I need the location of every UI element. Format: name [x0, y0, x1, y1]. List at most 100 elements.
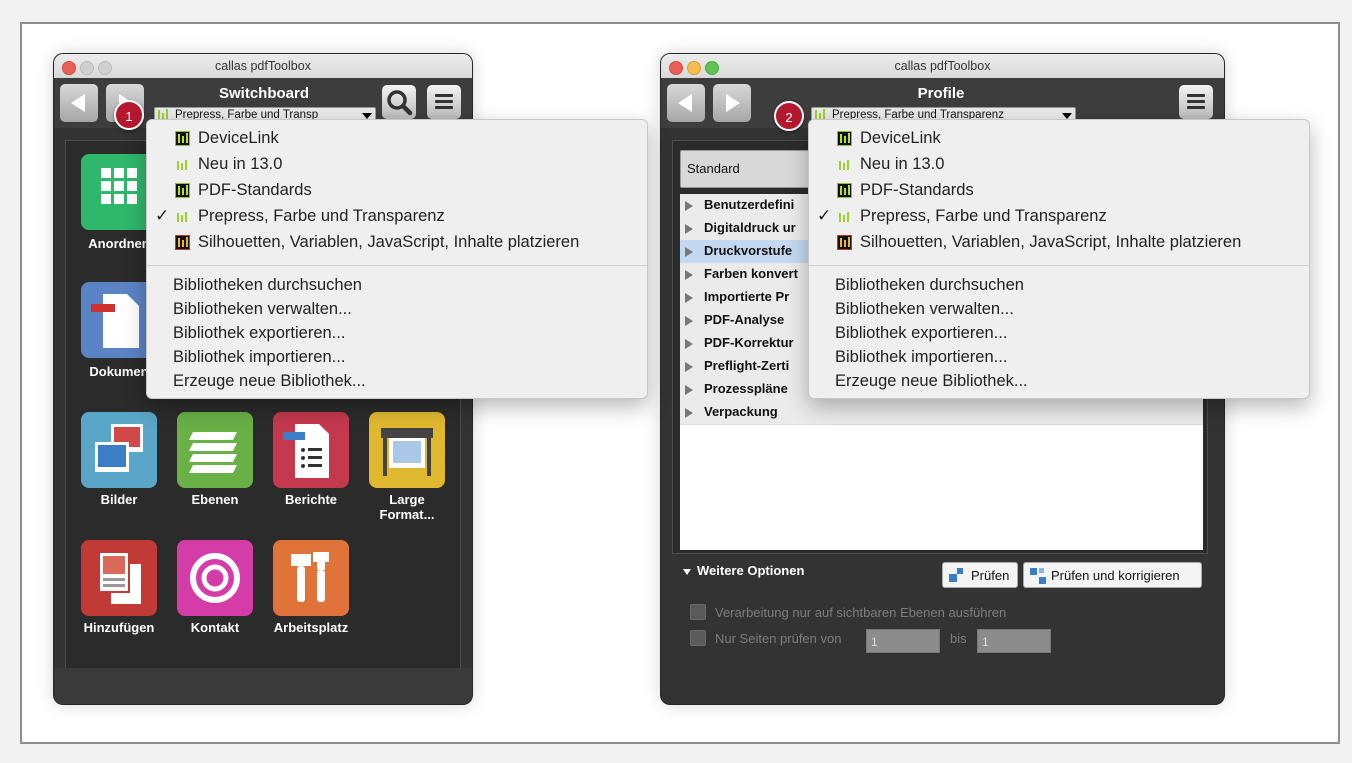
app-label: Arbeitsplatz [273, 620, 349, 635]
menu-item-import-library[interactable]: Bibliothek importieren... [835, 345, 1007, 369]
menu-item-library-selected[interactable]: ✓ Prepress, Farbe und Transparenz [147, 203, 647, 229]
menu-item-label: Silhouetten, Variablen, JavaScript, Inha… [198, 233, 580, 251]
more-options-toggle[interactable]: Weitere Optionen [683, 563, 804, 578]
app-bilder[interactable] [81, 412, 157, 488]
back-arrow-icon [678, 94, 692, 112]
hamburger-icon [1187, 94, 1205, 97]
disclosure-down-icon [683, 568, 691, 575]
search-button[interactable] [382, 85, 416, 119]
disclosure-triangle-icon [685, 362, 693, 372]
check-button[interactable]: Prüfen [942, 562, 1018, 588]
page-range-checkbox[interactable] [690, 630, 706, 646]
app-ebenen[interactable] [177, 412, 253, 488]
menu-item-library[interactable]: DeviceLink [809, 125, 1309, 151]
menu-item-label: Silhouetten, Variablen, JavaScript, Inha… [860, 233, 1242, 251]
menu-item-label: Prepress, Farbe und Transparenz [860, 207, 1107, 225]
disclosure-triangle-icon [685, 201, 693, 211]
profile-set-value: Standard [687, 161, 740, 176]
target-icon [190, 553, 240, 603]
menu-separator [809, 265, 1309, 266]
menu-item-manage-libraries[interactable]: Bibliotheken verwalten... [173, 297, 352, 321]
visible-layers-checkbox[interactable] [690, 604, 706, 620]
tree-row-label: Druckvorstufe [704, 243, 793, 258]
app-label: Large Format... [379, 492, 435, 522]
title-bar[interactable]: callas pdfToolbox [661, 54, 1224, 79]
menu-item-label: PDF-Standards [860, 181, 974, 199]
app-label: Berichte [284, 492, 338, 507]
back-button[interactable] [667, 84, 705, 122]
app-arbeitsplatz[interactable] [273, 540, 349, 616]
library-icon [175, 235, 190, 250]
menu-item-export-library[interactable]: Bibliothek exportieren... [173, 321, 345, 345]
large-format-printer-icon [381, 428, 433, 476]
more-options-label: Weitere Optionen [697, 563, 805, 578]
check-and-fix-label: Prüfen und korrigieren [1051, 568, 1180, 583]
library-icon [837, 235, 852, 250]
menu-item-export-library[interactable]: Bibliothek exportieren... [835, 321, 1007, 345]
menu-item-label: PDF-Standards [198, 181, 312, 199]
menu-item-new-library[interactable]: Erzeuge neue Bibliothek... [835, 369, 1028, 393]
forward-arrow-icon [726, 94, 740, 112]
panel-title: Profile [917, 85, 965, 102]
checkmark-icon: ✓ [155, 206, 170, 225]
app-label: Hinzufügen [83, 620, 155, 635]
app-large-format[interactable] [369, 412, 445, 488]
tree-row-label: Digitaldruck ur [704, 220, 796, 235]
menu-item-library[interactable]: Neu in 13.0 [147, 151, 647, 177]
app-label: Kontakt [190, 620, 240, 635]
library-menu-left: DeviceLink Neu in 13.0 PDF-Standards ✓ P… [146, 119, 648, 399]
menu-item-library[interactable]: Silhouetten, Variablen, JavaScript, Inha… [809, 229, 1309, 255]
app-hinzufuegen[interactable] [81, 540, 157, 616]
menu-item-new-library[interactable]: Erzeuge neue Bibliothek... [173, 369, 366, 393]
library-icon [175, 183, 190, 198]
menu-item-library[interactable]: Silhouetten, Variablen, JavaScript, Inha… [147, 229, 647, 255]
hamburger-icon-line [1187, 100, 1205, 103]
app-kontakt[interactable] [177, 540, 253, 616]
disclosure-triangle-icon [685, 408, 693, 418]
menu-button[interactable] [427, 85, 461, 119]
check-and-fix-button[interactable]: Prüfen und korrigieren [1023, 562, 1202, 588]
app-label: Ebenen [191, 492, 239, 507]
menu-item-search-libraries[interactable]: Bibliotheken durchsuchen [173, 273, 362, 297]
back-button[interactable] [60, 84, 98, 122]
tree-row-label: Benutzerdefini [704, 197, 795, 212]
menu-separator [147, 265, 647, 266]
page-to-input[interactable]: 1 [977, 629, 1051, 653]
tree-row-label: Prozesspläne [704, 381, 788, 396]
menu-item-label: Neu in 13.0 [860, 155, 945, 173]
tree-row[interactable]: Verpackung [680, 401, 1203, 425]
disclosure-triangle-icon [685, 247, 693, 257]
disclosure-triangle-icon [685, 316, 693, 326]
menu-item-label: DeviceLink [198, 129, 279, 147]
app-berichte[interactable] [273, 412, 349, 488]
page-from-input[interactable]: 1 [866, 629, 940, 653]
library-icon [837, 157, 852, 172]
app-label: Bilder [100, 492, 138, 507]
window-footer [54, 668, 472, 704]
menu-item-library[interactable]: PDF-Standards [147, 177, 647, 203]
menu-button[interactable] [1179, 85, 1213, 119]
layers-icon [189, 432, 237, 473]
page-to-label: bis [950, 631, 967, 646]
menu-item-search-libraries[interactable]: Bibliotheken durchsuchen [835, 273, 1024, 297]
menu-item-import-library[interactable]: Bibliothek importieren... [173, 345, 345, 369]
tools-icon [291, 552, 329, 602]
menu-item-library[interactable]: Neu in 13.0 [809, 151, 1309, 177]
check-icon [949, 568, 963, 582]
menu-item-library[interactable]: DeviceLink [147, 125, 647, 151]
step-badge-2: 2 [774, 101, 804, 131]
menu-item-library[interactable]: PDF-Standards [809, 177, 1309, 203]
menu-item-library-selected[interactable]: ✓ Prepress, Farbe und Transparenz [809, 203, 1309, 229]
add-pages-icon [98, 551, 141, 604]
tree-row-label: Verpackung [704, 404, 778, 419]
tree-row-label: Farben konvert [704, 266, 798, 281]
back-arrow-icon [71, 94, 85, 112]
disclosure-triangle-icon [685, 293, 693, 303]
step-badge-1: 1 [114, 100, 144, 130]
library-icon [175, 209, 190, 224]
menu-item-manage-libraries[interactable]: Bibliotheken verwalten... [835, 297, 1014, 321]
tree-row-label: PDF-Analyse [704, 312, 785, 327]
search-icon [387, 90, 413, 116]
forward-button[interactable] [713, 84, 751, 122]
title-bar[interactable]: callas pdfToolbox [54, 54, 472, 79]
